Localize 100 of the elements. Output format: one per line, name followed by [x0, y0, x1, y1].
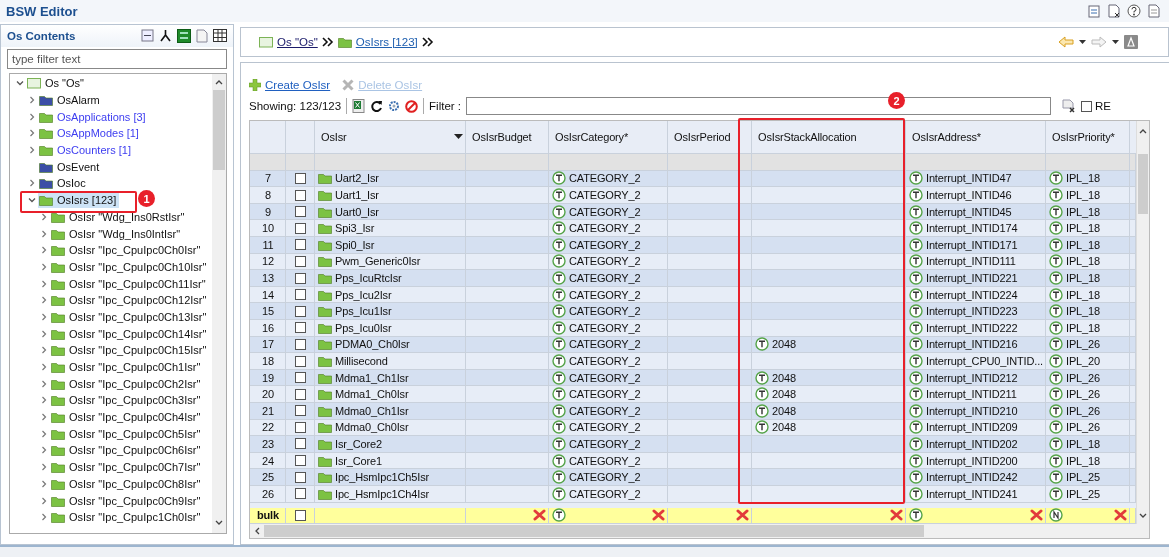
tree-item[interactable]: OsIsr "Ipc_CpuIpc0Ch13Isr" [50, 308, 210, 325]
chevron-icon[interactable] [40, 363, 48, 372]
chevron-icon[interactable] [16, 79, 24, 88]
row-checkbox[interactable] [295, 239, 306, 251]
clipboard-icon[interactable] [1087, 4, 1101, 18]
tree-item[interactable]: OsIsr "Ipc_CpuIpc0Ch1Isr" [50, 359, 204, 376]
tree-item[interactable]: OsIoc [38, 175, 89, 192]
clear-icon[interactable] [736, 509, 749, 522]
tree-item[interactable]: OsIsr "Ipc_CpuIpc0Ch12Isr" [50, 292, 210, 309]
table-row[interactable]: 11 Spi0_Isr CATEGORY_2 Interrupt_INTID171 IPL_18 [250, 237, 1136, 254]
tree-item[interactable]: OsIsr "Ipc_CpuIpc0Ch4Isr" [50, 409, 204, 426]
row-checkbox[interactable] [295, 355, 306, 367]
column-header[interactable]: OsIsrBudget [466, 121, 549, 153]
column-header[interactable]: OsIsrPeriod [668, 121, 752, 153]
sort-caret-icon[interactable] [454, 134, 463, 140]
gear-icon[interactable] [388, 100, 401, 112]
tree-item[interactable]: OsApplications [3] [38, 108, 149, 125]
chevron-icon[interactable] [28, 196, 36, 205]
chevron-icon[interactable] [40, 479, 48, 488]
chevron-icon[interactable] [40, 463, 48, 472]
column-header[interactable]: OsIsrPriority* [1046, 121, 1130, 153]
tree-item[interactable]: OsIsr "Ipc_CpuIpc0Ch9Isr" [50, 492, 204, 509]
chevron-icon[interactable] [28, 129, 36, 138]
tree-item[interactable]: OsIsr "Wdg_Ins0RstIsr" [50, 208, 188, 225]
chevron-icon[interactable] [40, 379, 48, 388]
row-checkbox[interactable] [295, 189, 306, 201]
scrollbar[interactable] [1136, 121, 1149, 524]
bulk-cell[interactable] [906, 507, 1046, 524]
tree-item[interactable]: OsIsr "Ipc_CpuIpc0Ch3Isr" [50, 392, 204, 409]
clear-icon[interactable] [890, 509, 903, 522]
resource-icon[interactable] [177, 29, 191, 43]
clear-icon[interactable] [533, 509, 546, 522]
table-row[interactable]: 10 Spi3_Isr CATEGORY_2 Interrupt_INTID174 IPL_18 [250, 220, 1136, 238]
tree-item[interactable]: OsAppModes [1] [38, 125, 142, 142]
create-link[interactable]: Create OsIsr [249, 79, 331, 91]
caret-icon[interactable] [1112, 40, 1119, 44]
collapse-icon[interactable] [141, 29, 154, 42]
row-checkbox[interactable] [295, 322, 306, 334]
tree-item[interactable]: OsCounters [1] [38, 142, 134, 159]
table-row[interactable]: 13 Pps_IcuRtcIsr CATEGORY_2 Interrupt_INTID221 IPL_18 [250, 270, 1136, 287]
row-checkbox[interactable] [295, 289, 306, 301]
bulk-cell[interactable] [1046, 507, 1130, 524]
row-checkbox[interactable] [295, 405, 306, 417]
row-checkbox[interactable] [295, 338, 306, 350]
row-checkbox[interactable] [295, 372, 306, 384]
row-checkbox[interactable] [295, 272, 306, 284]
row-checkbox[interactable] [295, 455, 306, 467]
chevron-icon[interactable] [40, 346, 48, 355]
chevron-icon[interactable] [40, 279, 48, 288]
row-checkbox[interactable] [295, 206, 306, 218]
chevron-icon[interactable] [40, 296, 48, 305]
clear-icon[interactable] [652, 509, 665, 522]
chevron-icon[interactable] [40, 513, 48, 522]
chevron-icon[interactable] [28, 179, 36, 188]
column-header[interactable]: OsIsrCategory* [549, 121, 668, 153]
tree-item[interactable]: OsIsr "Ipc_CpuIpc0Ch14Isr" [50, 325, 210, 342]
chevron-icon[interactable] [40, 446, 48, 455]
scrollbar[interactable] [250, 524, 1149, 538]
tile-icon[interactable] [1124, 35, 1138, 49]
scrollbar[interactable] [212, 74, 226, 533]
row-checkbox[interactable] [295, 421, 306, 433]
tree-item[interactable]: OsIsr "Ipc_CpuIpc0Ch6Isr" [50, 442, 204, 459]
document-icon[interactable] [1107, 4, 1121, 18]
column-header[interactable]: OsIsrAddress* [906, 121, 1046, 153]
column-header[interactable]: OsIsrStackAllocation [752, 121, 906, 153]
caret-icon[interactable] [1079, 40, 1086, 44]
prohibited-icon[interactable] [405, 99, 419, 113]
chevron-icon[interactable] [40, 246, 48, 255]
tree-item[interactable]: OsIsr "Wdg_Ins0IntIsr" [50, 225, 184, 242]
clear-filter-icon[interactable] [1062, 99, 1076, 113]
chevron-icon[interactable] [40, 413, 48, 422]
table-row[interactable]: 25 Ipc_HsmIpc1Ch5Isr CATEGORY_2 Interrupt_INTID242 IPL_25 [250, 469, 1136, 486]
tree-item[interactable]: OsIsr "Ipc_CpuIpc0Ch10Isr" [50, 258, 210, 275]
row-checkbox[interactable] [295, 488, 306, 500]
clear-icon[interactable] [1114, 509, 1127, 522]
table-row[interactable]: 23 Isr_Core2 CATEGORY_2 Interrupt_INTID202 IPL_18 [250, 436, 1136, 453]
row-checkbox[interactable] [295, 438, 306, 450]
regex-checkbox[interactable] [1081, 100, 1092, 112]
fork-icon[interactable] [159, 29, 172, 42]
tree-item[interactable]: OsIsr "Ipc_CpuIpc0Ch2Isr" [50, 375, 204, 392]
chevron-icon[interactable] [40, 396, 48, 405]
tree-item[interactable]: OsIsr "Ipc_CpuIpc0Ch5Isr" [50, 425, 204, 442]
table-row[interactable]: 16 Pps_Icu0Isr CATEGORY_2 Interrupt_INTID222 IPL_18 [250, 320, 1136, 337]
scroll-thumb[interactable] [213, 90, 225, 170]
row-checkbox[interactable] [295, 509, 306, 521]
row-checkbox[interactable] [295, 388, 306, 400]
help-icon[interactable] [1127, 4, 1141, 18]
breadcrumb-link[interactable]: OsIsrs [123] [355, 36, 418, 48]
scroll-thumb[interactable] [1138, 154, 1148, 214]
tree-item[interactable]: OsAlarm [38, 92, 103, 109]
chevron-icon[interactable] [40, 212, 48, 221]
row-checkbox[interactable] [295, 305, 306, 317]
refresh-icon[interactable] [370, 99, 384, 113]
column-header[interactable]: OsIsr [315, 121, 466, 153]
table-row[interactable]: 8 Uart1_Isr CATEGORY_2 Interrupt_INTID46 IPL_18 [250, 187, 1136, 204]
scroll-thumb[interactable] [264, 525, 924, 537]
chevron-icon[interactable] [40, 429, 48, 438]
tree-item[interactable]: OsIsr "Ipc_CpuIpc0Ch11Isr" [50, 275, 209, 292]
chevron-icon[interactable] [40, 329, 48, 338]
spreadsheet-icon[interactable] [352, 99, 366, 113]
